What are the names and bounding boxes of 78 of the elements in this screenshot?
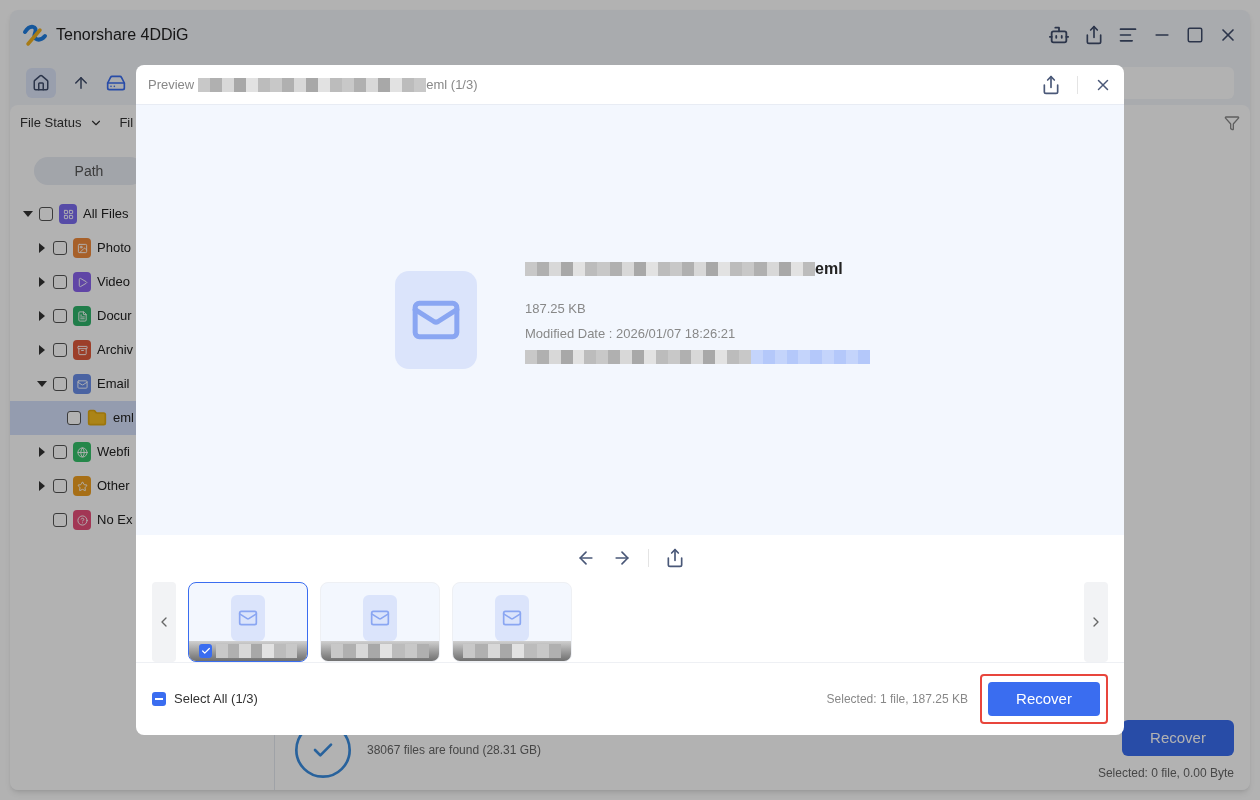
tree-label: eml (113, 409, 134, 428)
tree-label: All Files (83, 205, 129, 224)
caret-icon[interactable] (23, 211, 33, 217)
filter-icon[interactable] (1224, 115, 1240, 131)
checkbox[interactable] (53, 479, 67, 493)
tree-item[interactable]: Docur (10, 299, 274, 333)
tree-item[interactable]: Other (10, 469, 274, 503)
caret-icon[interactable] (39, 243, 45, 253)
play-icon (73, 272, 91, 292)
assistant-icon[interactable] (1048, 24, 1070, 46)
share-icon[interactable] (1084, 25, 1104, 45)
checkbox[interactable] (53, 343, 67, 357)
checkbox[interactable] (53, 309, 67, 323)
tree-label: Archiv (97, 341, 134, 360)
logo-icon (22, 22, 48, 48)
selection-info: Selected: 1 file, 187.25 KB (826, 691, 968, 708)
recover-button[interactable]: Recover (1122, 720, 1234, 756)
image-icon (73, 238, 91, 258)
home-button[interactable] (26, 67, 56, 98)
check-icon (200, 645, 211, 656)
file-size: 187.25 KB (525, 299, 587, 318)
file-name: eml (815, 258, 843, 279)
grid-icon (59, 204, 77, 224)
dialog-file-name: eml (1/3) (426, 75, 478, 94)
tree-label: Video (97, 273, 130, 292)
caret-icon[interactable] (39, 345, 45, 355)
caret-icon[interactable] (37, 381, 47, 387)
tree-item[interactable]: Archiv (10, 333, 274, 367)
email-file-icon (363, 594, 397, 641)
tree-label: Photo (97, 239, 131, 258)
selection-info: Selected: 0 file, 0.00 Byte (1097, 765, 1234, 782)
thumbnail[interactable] (188, 581, 308, 662)
app-title: Tenorshare 4DDiG (56, 25, 189, 45)
question-icon (73, 510, 91, 530)
globe-icon (73, 442, 91, 462)
tree-label: Other (97, 477, 130, 496)
tree-item[interactable]: Email (10, 367, 274, 401)
share-icon[interactable] (1041, 74, 1061, 95)
checkbox[interactable] (53, 445, 67, 459)
checkbox[interactable] (152, 692, 166, 706)
caret-icon[interactable] (39, 277, 45, 287)
tree-label: Email (97, 375, 130, 394)
checkbox[interactable] (53, 241, 67, 255)
checkbox[interactable] (67, 411, 81, 425)
recover-button[interactable]: Recover (988, 682, 1100, 716)
checkbox[interactable] (53, 275, 67, 289)
caret-icon[interactable] (39, 481, 45, 491)
select-all-label: Select All (1/3) (174, 690, 258, 709)
checkbox[interactable] (53, 513, 67, 527)
caret-icon[interactable] (39, 447, 45, 457)
email-file-icon (495, 594, 529, 641)
document-icon (73, 306, 91, 326)
filter-label: File Status (20, 114, 82, 133)
modified-date: Modified Date : 2026/01/07 18:26:21 (525, 325, 737, 343)
tree-item[interactable]: All Files (10, 197, 274, 231)
email-file-icon (231, 594, 265, 641)
menu-icon[interactable] (1118, 25, 1138, 45)
tree-label: Docur (97, 307, 132, 326)
scan-detail: 38067 files are found (28.31 GB) (367, 742, 542, 759)
maximize-icon[interactable] (1186, 26, 1204, 44)
tree-item[interactable]: Video (10, 265, 274, 299)
tree-item[interactable]: No Ex (10, 503, 274, 537)
email-file-icon (395, 271, 477, 369)
filter-dropdown[interactable]: File Status (20, 113, 104, 133)
mail-icon (73, 374, 91, 394)
checkbox[interactable] (199, 643, 213, 658)
filter-dropdown[interactable]: Fil (119, 113, 134, 133)
tree-label: Webfi (97, 443, 130, 462)
tree-item[interactable]: Webfi (10, 435, 274, 469)
caret-icon[interactable] (39, 311, 45, 321)
folder-icon (87, 408, 107, 428)
tree-label: No Ex (97, 511, 133, 530)
home-icon (32, 73, 50, 92)
archive-icon (73, 340, 91, 360)
tree-item[interactable]: Photo (10, 231, 274, 265)
checkbox[interactable] (53, 377, 67, 391)
dialog-title: Preview (148, 75, 195, 94)
checkbox[interactable] (39, 207, 53, 221)
